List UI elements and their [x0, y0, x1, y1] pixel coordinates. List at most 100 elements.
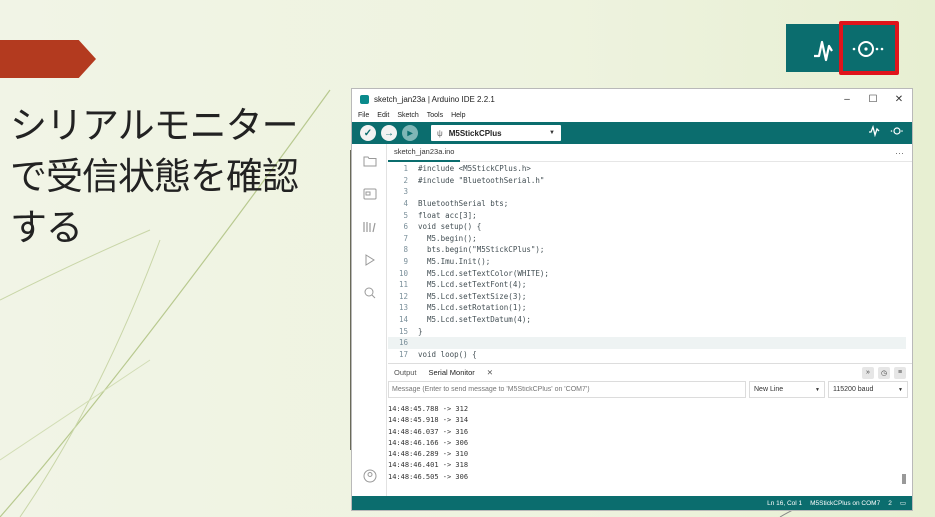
title-bar: sketch_jan23a | Arduino IDE 2.2.1 – ☐ ✕ [352, 89, 912, 109]
close-window-button[interactable]: ✕ [886, 94, 912, 105]
close-panel-tab-icon[interactable]: ✕ [481, 368, 499, 377]
toolbar: ✓ → ▸ ψ M5StickCPlus ▼ [352, 122, 912, 144]
serial-plotter-button[interactable] [868, 124, 880, 140]
verify-button[interactable]: ✓ [360, 125, 376, 141]
toolbar-right [868, 124, 904, 140]
code-line[interactable]: 8 bts.begin("M5StickCPlus"); [388, 244, 906, 256]
code-text: M5.Lcd.setTextSize(3); [418, 291, 527, 301]
serial-scrollbar[interactable] [902, 474, 906, 484]
account-icon[interactable] [352, 459, 387, 492]
title-arrow-decoration [0, 40, 96, 78]
serial-input-row: New Line ▼ 115200 baud ▼ [388, 381, 908, 399]
line-number: 4 [403, 199, 408, 209]
line-ending-select[interactable]: New Line ▼ [749, 381, 825, 398]
line-number: 8 [403, 245, 408, 255]
board-port-status[interactable]: M5StickCPlus on COM7 [810, 500, 880, 507]
baud-rate-select[interactable]: 115200 baud ▼ [828, 381, 908, 398]
clear-output-icon[interactable]: ≡ [894, 366, 906, 379]
chevron-down-icon: ▼ [549, 130, 555, 136]
upload-button[interactable]: → [381, 125, 397, 141]
code-text: M5.Imu.Init(); [418, 257, 491, 267]
code-line[interactable]: 5 float acc[3]; [388, 209, 906, 221]
code-line[interactable]: 12 M5.Lcd.setTextSize(3); [388, 291, 906, 303]
line-number: 3 [403, 187, 408, 197]
library-manager-icon[interactable] [352, 210, 387, 243]
status-bar: Ln 16, Col 1 M5StickCPlus on COM7 2 ▭ [352, 496, 912, 510]
serial-line: 14:48:46.037 -> 316 [388, 427, 469, 436]
line-number: 14 [398, 315, 408, 325]
code-text: bts.begin("M5StickCPlus"); [418, 245, 545, 255]
code-line[interactable]: 17 void loop() { [388, 349, 906, 360]
menu-tools[interactable]: Tools [427, 112, 443, 119]
code-text: void loop() { [418, 349, 477, 359]
timestamp-icon[interactable]: ◷ [878, 366, 890, 379]
line-number: 15 [398, 326, 408, 336]
serial-line: 14:48:45.918 -> 314 [388, 416, 469, 425]
folder-icon[interactable] [352, 144, 387, 177]
menu-sketch[interactable]: Sketch [397, 112, 418, 119]
debug-icon[interactable] [352, 243, 387, 276]
usb-icon: ψ [437, 128, 443, 138]
file-tab[interactable]: sketch_jan23a.ino [388, 144, 461, 162]
code-line[interactable]: 13 M5.Lcd.setRotation(1); [388, 302, 906, 314]
code-line[interactable]: 6 void setup() { [388, 221, 906, 233]
serial-output: 14:48:45.788 -> 312 14:48:45.918 -> 314 14… [388, 404, 902, 484]
search-icon[interactable] [352, 276, 387, 309]
arduino-ide-window: sketch_jan23a | Arduino IDE 2.2.1 – ☐ ✕ … [351, 88, 913, 511]
chevron-down-icon: ▼ [898, 386, 903, 393]
line-number: 11 [398, 280, 408, 290]
minimize-button[interactable]: – [834, 94, 860, 105]
serial-monitor-icon-highlight [839, 21, 899, 75]
boards-manager-icon[interactable] [352, 177, 387, 210]
code-line[interactable]: 3 [388, 186, 906, 198]
line-number: 12 [398, 291, 408, 301]
code-editor[interactable]: 1 #include <M5StickCPlus.h> 2 #include "Blu… [388, 163, 906, 359]
line-ending-value: New Line [754, 386, 784, 393]
code-line[interactable]: 11 M5.Lcd.setTextFont(4); [388, 279, 906, 291]
code-text: M5.begin(); [418, 233, 477, 243]
board-name: M5StickCPlus [448, 128, 502, 138]
bottom-panel-header: Output Serial Monitor ✕ » ◷ ≡ [388, 363, 912, 381]
more-icon[interactable]: ··· [895, 148, 904, 158]
code-line[interactable]: 15} [388, 325, 906, 337]
serial-line: 14:48:46.505 -> 306 [388, 472, 469, 481]
code-text: #include "BluetoothSerial.h" [418, 175, 545, 185]
code-line[interactable]: 4 BluetoothSerial bts; [388, 198, 906, 210]
line-number: 6 [403, 222, 408, 232]
menu-help[interactable]: Help [451, 112, 465, 119]
editor-tabs: sketch_jan23a.ino ··· [388, 144, 912, 162]
toggle-panel-icon[interactable]: ▭ [900, 499, 906, 507]
serial-line: 14:48:45.788 -> 312 [388, 405, 469, 413]
code-text: void setup() { [418, 222, 482, 232]
serial-monitor-button[interactable] [890, 125, 904, 140]
maximize-button[interactable]: ☐ [860, 94, 886, 105]
code-text: BluetoothSerial bts; [418, 199, 509, 209]
code-text: } [418, 326, 423, 336]
tab-serial-monitor[interactable]: Serial Monitor [423, 368, 481, 377]
code-line[interactable]: 1 #include <M5StickCPlus.h> [388, 163, 906, 175]
code-line[interactable]: 9 M5.Imu.Init(); [388, 256, 906, 268]
autoscroll-icon[interactable]: » [862, 366, 874, 379]
board-selector[interactable]: ψ M5StickCPlus ▼ [431, 125, 561, 141]
code-text: M5.Lcd.setTextFont(4); [418, 280, 527, 290]
code-line[interactable]: 16 [388, 336, 906, 349]
code-line[interactable]: 14 M5.Lcd.setTextDatum(4); [388, 314, 906, 326]
code-line[interactable]: 2 #include "BluetoothSerial.h" [388, 175, 906, 187]
debug-button[interactable]: ▸ [402, 125, 418, 141]
serial-line: 14:48:46.166 -> 306 [388, 438, 469, 447]
slide-title: シリアルモニター で受信状態を確認 する [10, 104, 299, 249]
code-line[interactable]: 10 M5.Lcd.setTextColor(WHITE); [388, 267, 906, 279]
notifications-count[interactable]: 2 [888, 500, 892, 507]
tab-output[interactable]: Output [388, 368, 423, 377]
code-line[interactable]: 7 M5.begin(); [388, 233, 906, 245]
serial-line: 14:48:46.289 -> 310 [388, 450, 469, 459]
serial-message-input[interactable] [388, 381, 746, 398]
code-text: M5.Lcd.setTextColor(WHITE); [418, 268, 549, 278]
arduino-app-icon [360, 94, 369, 104]
line-number: 17 [398, 349, 408, 359]
serial-line: 14:48:46.401 -> 318 [388, 461, 469, 470]
code-text: #include <M5StickCPlus.h> [418, 164, 531, 174]
line-number: 10 [398, 268, 408, 278]
menu-file[interactable]: File [358, 112, 369, 119]
menu-edit[interactable]: Edit [377, 112, 389, 119]
